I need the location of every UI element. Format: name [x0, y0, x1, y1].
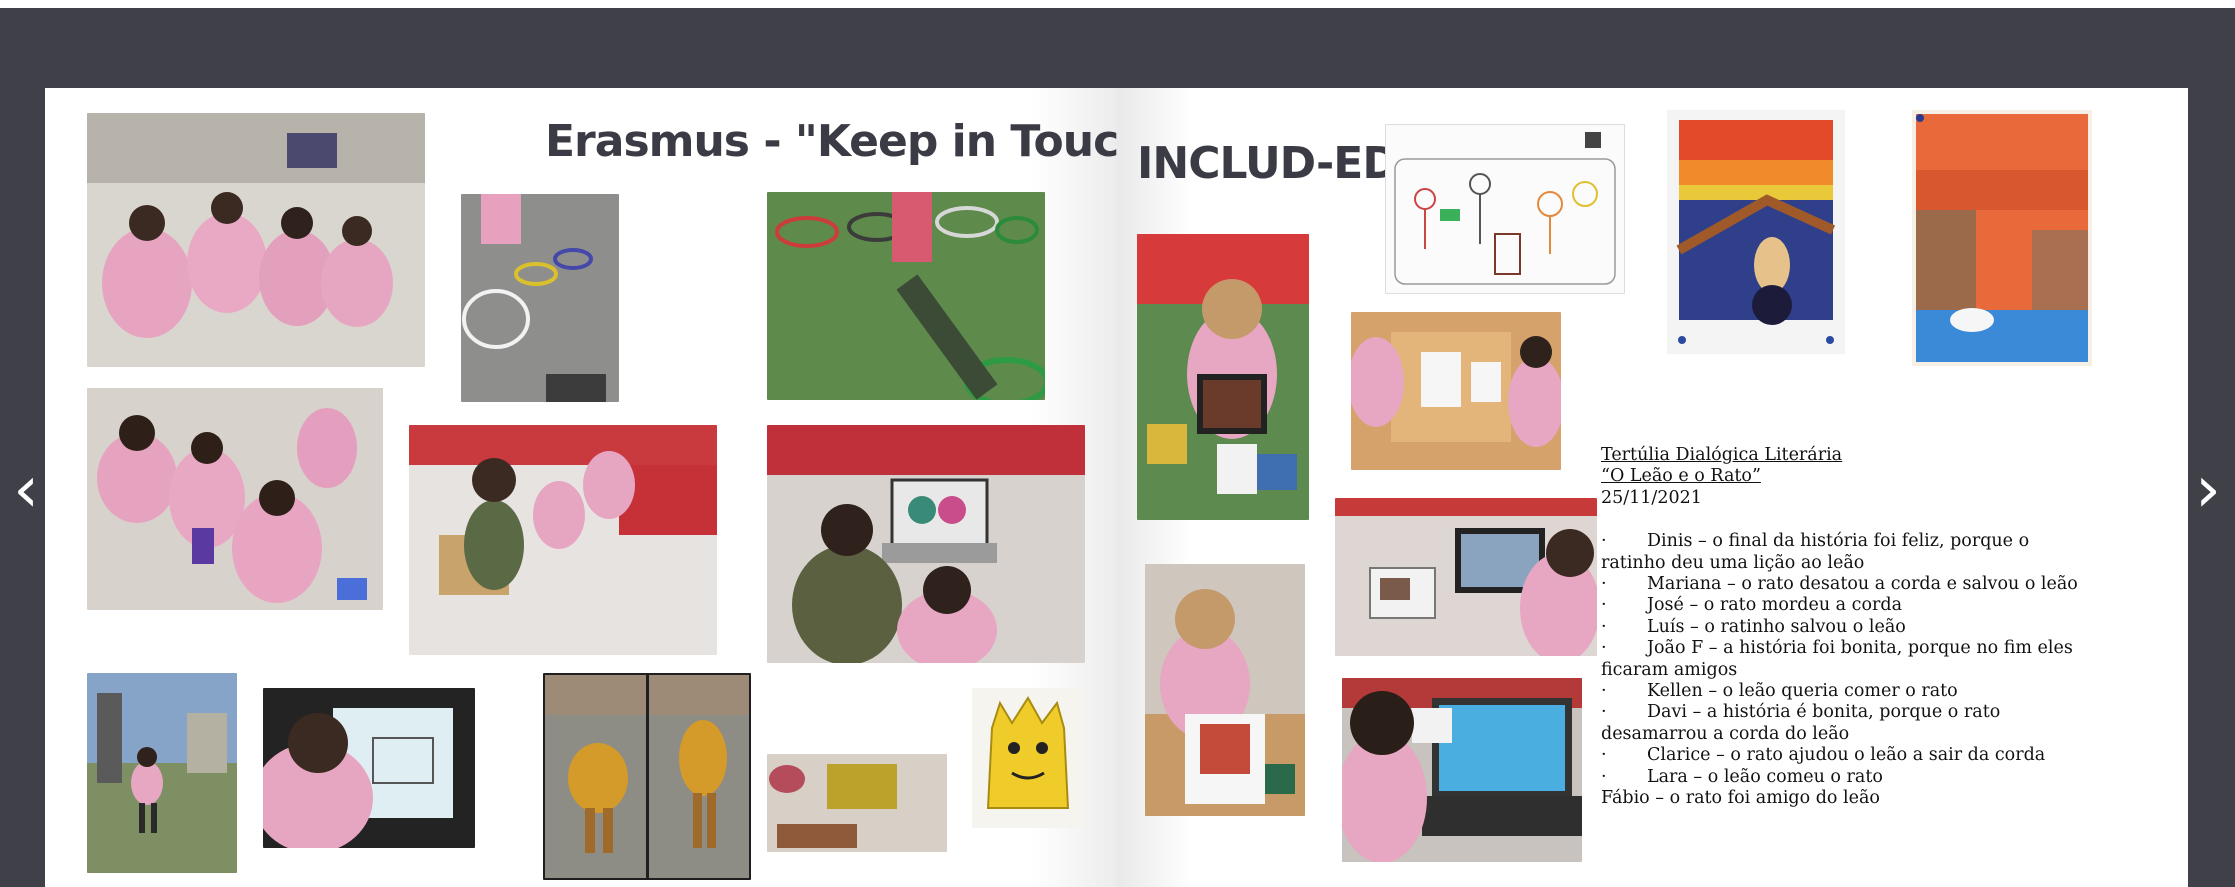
- photo-child-yellow-jacket: [543, 673, 751, 880]
- list-item: · Lara – o leão comeu o rato: [1601, 766, 1883, 787]
- photo-children-drawing-characters: [1385, 124, 1625, 294]
- photo-child-laptop-pink: [1342, 678, 1582, 862]
- photo-laptop-children: [767, 425, 1085, 663]
- photo-scream-painting: [1667, 110, 1845, 354]
- photo-tray-toy: [767, 754, 947, 852]
- page-title-erasmus: Erasmus - "Keep in Touch": [545, 116, 1117, 167]
- photo-children-tablets: [87, 388, 383, 610]
- photo-child-drawing: [263, 688, 475, 848]
- photo-child-laptop: [1335, 498, 1597, 656]
- list-item: · Dinis – o final da história foi feliz, …: [1601, 531, 2030, 573]
- text-date: 25/11/2021: [1601, 487, 1702, 508]
- photo-yellow-monster: [972, 688, 1084, 828]
- text-heading-tertulia: Tertúlia Dialógica Literária: [1601, 445, 1843, 465]
- photo-hoops-grass: [767, 192, 1045, 400]
- chevron-right-icon[interactable]: ›: [2186, 455, 2230, 525]
- photo-child-tablet-rug: [1137, 234, 1309, 520]
- list-item: · Clarice – o rato ajudou o leão a sair d…: [1601, 745, 2046, 766]
- tertulia-text-block: Tertúlia Dialógica Literária “O Leão e o…: [1601, 445, 2081, 810]
- chevron-left-icon[interactable]: ‹: [4, 455, 48, 525]
- list-item-last: Fábio – o rato foi amigo do leão: [1601, 788, 1880, 809]
- text-heading-story-title: “O Leão e o Rato”: [1601, 466, 1761, 487]
- photo-child-hoops: [461, 194, 619, 402]
- photo-children-tablets-floor: [87, 113, 425, 367]
- list-item: · Luís – o ratinho salvou o leão: [1601, 616, 1906, 637]
- photo-children-table: [1351, 312, 1561, 470]
- book-spread: Erasmus - "Keep in Touch" INCLUD-ED Tert…: [45, 88, 2188, 887]
- list-item: · João F – a história foi bonita, porque …: [1601, 638, 2073, 680]
- page-title-includ-ed: INCLUD-ED: [1137, 138, 1399, 189]
- photo-child-picture: [1145, 564, 1305, 816]
- photo-orange-painting: [1912, 110, 2092, 366]
- list-item: · Kellen – o leão queria comer o rato: [1601, 681, 1958, 702]
- photo-child-playground: [87, 673, 237, 873]
- photo-classroom-child-green: [409, 425, 717, 655]
- left-page: Erasmus - "Keep in Touch": [45, 88, 1117, 887]
- right-page: INCLUD-ED Tertúlia Dialógica Literária “…: [1117, 88, 2188, 887]
- top-strip: [0, 0, 2235, 8]
- list-item: · José – o rato mordeu a corda: [1601, 595, 1903, 616]
- list-item: · Davi – a história é bonita, porque o ra…: [1601, 702, 2001, 744]
- list-item: · Mariana – o rato desatou a corda e salv…: [1601, 574, 2078, 595]
